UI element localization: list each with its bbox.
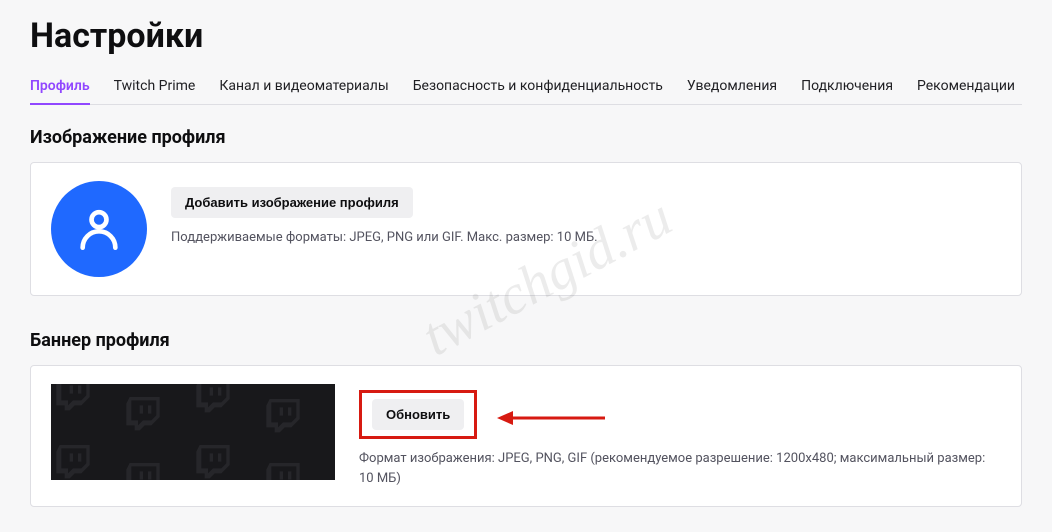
- settings-tabs: Профиль Twitch Prime Канал и видеоматери…: [30, 72, 1022, 105]
- tab-recommendations[interactable]: Рекомендации: [917, 72, 1015, 104]
- twitch-glitch-icon: [123, 458, 163, 480]
- banner-preview: [51, 384, 335, 480]
- section-title-profile-image: Изображение профиля: [30, 127, 1022, 148]
- page-title: Настройки: [30, 16, 1022, 56]
- update-banner-button[interactable]: Обновить: [372, 399, 464, 430]
- profile-banner-helper: Формат изображения: JPEG, PNG, GIF (реко…: [359, 449, 1001, 488]
- section-title-profile-banner: Баннер профиля: [30, 330, 1022, 351]
- tab-channel-videos[interactable]: Канал и видеоматериалы: [219, 72, 388, 104]
- twitch-glitch-icon: [263, 458, 303, 480]
- profile-image-helper: Поддерживаемые форматы: JPEG, PNG или GI…: [171, 228, 1001, 248]
- tab-profile[interactable]: Профиль: [30, 72, 90, 104]
- annotation-highlight: Обновить: [359, 390, 477, 439]
- person-icon: [71, 201, 127, 257]
- tab-twitch-prime[interactable]: Twitch Prime: [114, 72, 196, 104]
- profile-banner-card: Обновить Формат изображения: JPEG, PNG, …: [30, 365, 1022, 507]
- profile-image-card: Добавить изображение профиля Поддерживае…: [30, 162, 1022, 296]
- tab-notifications[interactable]: Уведомления: [687, 72, 777, 104]
- twitch-glitch-icon: [263, 394, 303, 434]
- add-profile-image-button[interactable]: Добавить изображение профиля: [171, 187, 413, 218]
- twitch-glitch-icon: [193, 384, 233, 414]
- twitch-glitch-icon: [53, 384, 93, 412]
- twitch-glitch-icon: [123, 392, 163, 432]
- twitch-glitch-icon: [53, 440, 93, 480]
- tab-connections[interactable]: Подключения: [801, 72, 893, 104]
- avatar: [51, 181, 147, 277]
- twitch-glitch-icon: [193, 440, 233, 480]
- tab-security-privacy[interactable]: Безопасность и конфиденциальность: [413, 72, 663, 104]
- annotation-arrow: [497, 408, 607, 432]
